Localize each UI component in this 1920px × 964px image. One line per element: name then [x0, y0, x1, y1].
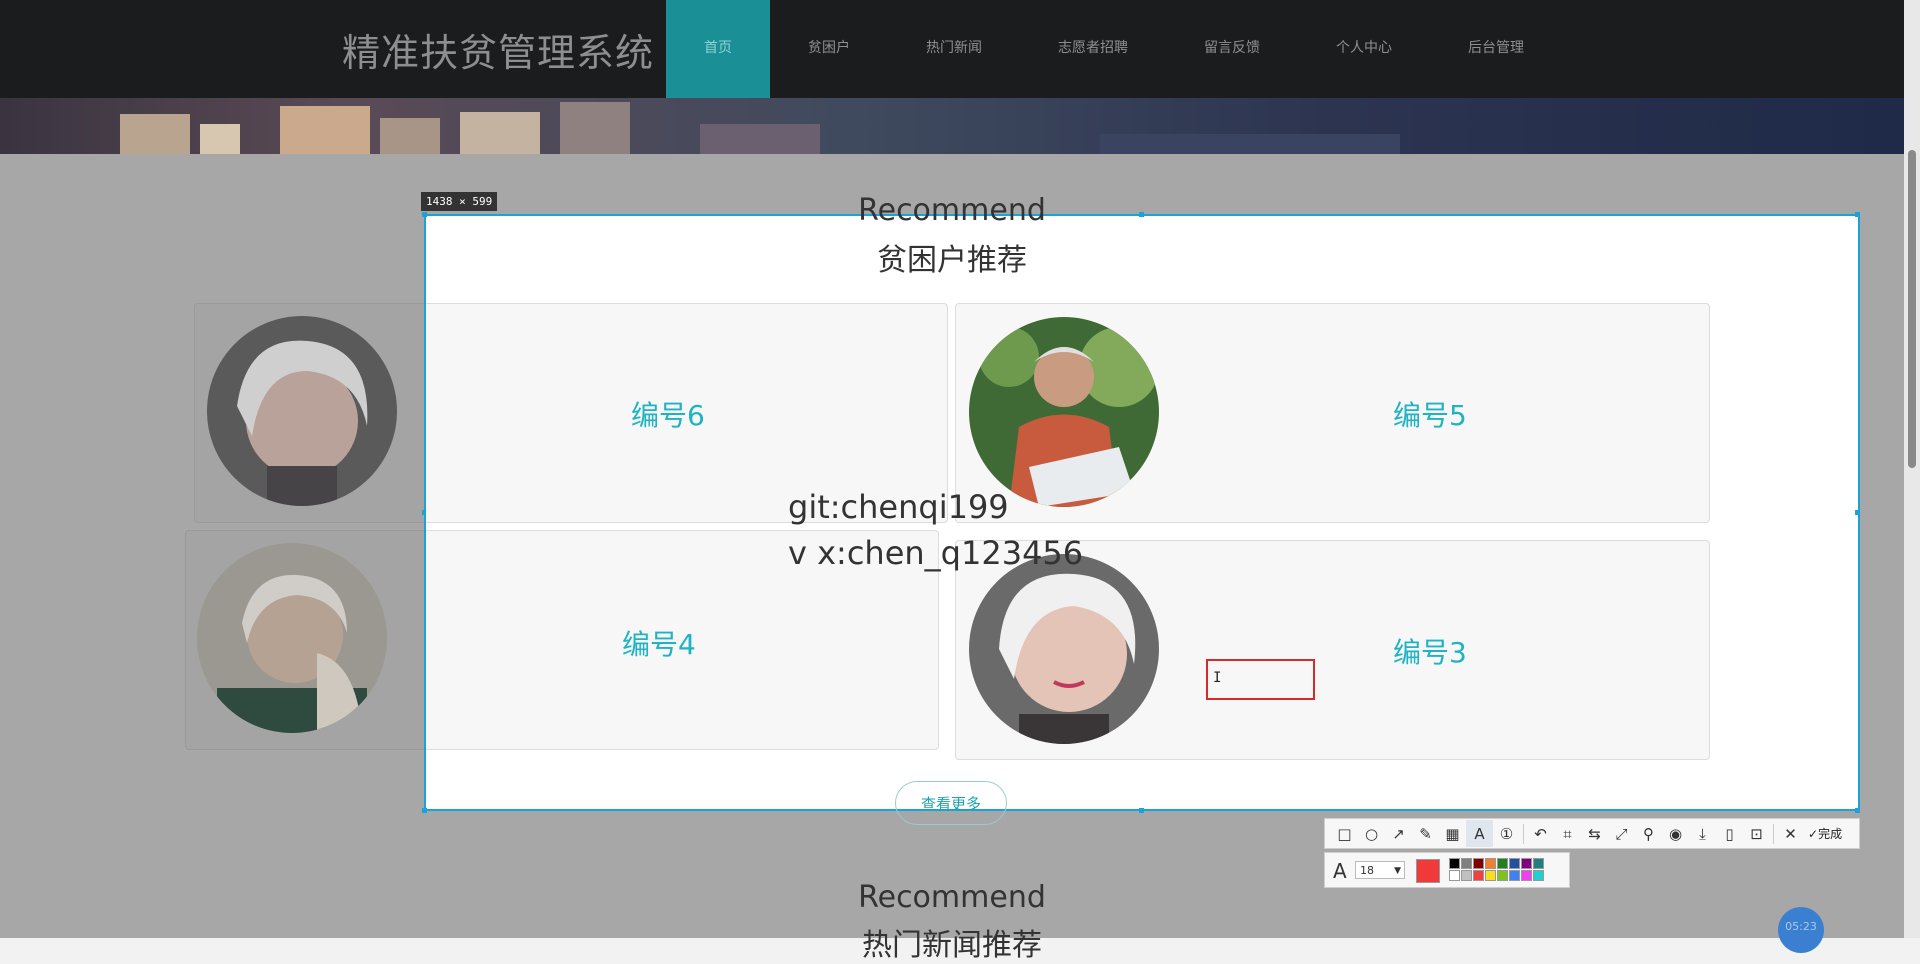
section-title-en: Recommend: [858, 193, 1046, 228]
text-cursor-icon: I: [1213, 670, 1222, 686]
avatar[interactable]: [969, 317, 1159, 507]
done-button[interactable]: ✓ 完成: [1808, 825, 1842, 842]
page-scrollbar[interactable]: [1904, 0, 1920, 938]
nav-item-hot-news[interactable]: 热门新闻: [888, 0, 1020, 98]
floating-clock[interactable]: 05:23: [1778, 907, 1824, 953]
close-icon[interactable]: ✕: [1777, 820, 1804, 847]
color-swatch[interactable]: [1533, 858, 1544, 869]
text-icon[interactable]: A: [1466, 820, 1493, 847]
resize-handle[interactable]: [1855, 808, 1860, 813]
avatar[interactable]: [969, 554, 1159, 744]
color-swatch[interactable]: [1509, 858, 1520, 869]
poor-household-card[interactable]: 编号5: [955, 303, 1710, 523]
section-title-cn: 贫困户推荐: [877, 243, 1027, 278]
resize-handle[interactable]: [1855, 510, 1860, 515]
avatar[interactable]: [197, 543, 387, 733]
color-swatch[interactable]: [1485, 858, 1496, 869]
arrow-icon[interactable]: ↗: [1385, 820, 1412, 847]
nav-item-poor-households[interactable]: 贫困户: [770, 0, 888, 98]
top-navbar: 精准扶贫管理系统 首页 贫困户 热门新闻 志愿者招聘 留言反馈 个人中心 后台管…: [0, 0, 1904, 98]
card-number-label[interactable]: 编号4: [622, 623, 696, 663]
color-swatch[interactable]: [1461, 858, 1472, 869]
card-number-label[interactable]: 编号5: [1393, 394, 1467, 434]
mosaic-icon[interactable]: ▦: [1439, 820, 1466, 847]
resize-handle[interactable]: [1139, 808, 1144, 813]
number-icon[interactable]: ①: [1493, 820, 1520, 847]
bookmark-icon[interactable]: ⊡: [1743, 820, 1770, 847]
nav-item-volunteer[interactable]: 志愿者招聘: [1020, 0, 1166, 98]
done-label: 完成: [1818, 827, 1843, 841]
pin-icon[interactable]: ⚲: [1635, 820, 1662, 847]
font-size-value: 18: [1360, 864, 1374, 877]
section2-title-cn: 热门新闻推荐: [862, 928, 1042, 963]
dropdown-arrow-icon: ▼: [1394, 866, 1401, 876]
save-icon[interactable]: ⤓: [1689, 820, 1716, 847]
rectangle-icon[interactable]: □: [1331, 820, 1358, 847]
font-size-select[interactable]: 18 ▼: [1355, 861, 1405, 879]
watermark-line-2: v x:chen_q123456: [788, 534, 1084, 572]
nav-item-feedback[interactable]: 留言反馈: [1166, 0, 1298, 98]
color-swatch[interactable]: [1449, 858, 1460, 869]
toolbar-divider: [1523, 823, 1524, 844]
main-menu: 首页 贫困户 热门新闻 志愿者招聘 留言反馈 个人中心 后台管理: [666, 0, 1562, 98]
scrollbar-thumb[interactable]: [1908, 150, 1916, 468]
color-swatch[interactable]: [1473, 858, 1484, 869]
view-more-button[interactable]: 查看更多: [895, 781, 1007, 825]
nav-item-home[interactable]: 首页: [666, 0, 770, 98]
card-number-label[interactable]: 编号3: [1393, 631, 1467, 671]
translate-icon[interactable]: ⇆: [1581, 820, 1608, 847]
annotation-text-box[interactable]: [1206, 659, 1315, 700]
ellipse-icon[interactable]: ○: [1358, 820, 1385, 847]
watermark-line-1: git:chenqi199: [788, 488, 1009, 526]
nav-item-admin[interactable]: 后台管理: [1430, 0, 1562, 98]
toolbar-divider: [1773, 823, 1774, 844]
ocr-icon[interactable]: ⌗: [1554, 820, 1581, 847]
avatar[interactable]: [207, 316, 397, 506]
scroll-capture-icon[interactable]: ⤢: [1608, 820, 1635, 847]
color-swatch[interactable]: [1497, 858, 1508, 869]
color-swatch[interactable]: [1521, 858, 1532, 869]
copy-icon[interactable]: ▯: [1716, 820, 1743, 847]
hero-banner: [0, 98, 1904, 154]
site-brand[interactable]: 精准扶贫管理系统: [342, 22, 654, 77]
section2-title-en: Recommend: [858, 880, 1046, 915]
undo-icon[interactable]: ↶: [1527, 820, 1554, 847]
poor-household-card[interactable]: 编号3: [955, 540, 1710, 760]
card-number-label[interactable]: 编号6: [631, 394, 705, 434]
capture-toolbar: □ ○ ↗ ✎ ▦ A ① ↶ ⌗ ⇆ ⤢ ⚲ ◉ ⤓ ▯ ⊡ ✕ ✓ 完成: [1324, 818, 1860, 849]
nav-item-profile[interactable]: 个人中心: [1298, 0, 1430, 98]
record-icon[interactable]: ◉: [1662, 820, 1689, 847]
resize-handle[interactable]: [422, 808, 427, 813]
check-icon: ✓: [1808, 826, 1819, 841]
pen-icon[interactable]: ✎: [1412, 820, 1439, 847]
